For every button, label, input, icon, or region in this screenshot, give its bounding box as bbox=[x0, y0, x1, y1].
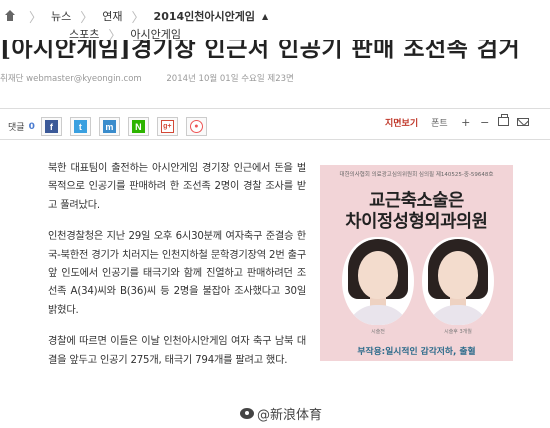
weibo-icon bbox=[240, 408, 254, 419]
kakao-share-button[interactable]: ● bbox=[185, 117, 207, 136]
divider bbox=[0, 108, 550, 109]
ad-after-label: 시술후 3개월 bbox=[444, 329, 472, 335]
font-decrease-button[interactable]: − bbox=[477, 116, 493, 129]
kakao-icon: ● bbox=[189, 120, 203, 133]
ad-clinic-name: 차이정성형외과의원 bbox=[345, 212, 488, 232]
me2day-icon: m bbox=[102, 120, 116, 133]
mail-icon bbox=[516, 118, 529, 126]
breadcrumb: 〉 뉴스 〉 연재 〉 2014인천아시안게임 ▲ 스포츠 〉 아시안게임 bbox=[0, 0, 550, 44]
me2day-share-button[interactable]: m bbox=[98, 117, 120, 136]
printer-icon bbox=[498, 114, 510, 126]
view-print-edition-link[interactable]: 지면보기 bbox=[385, 116, 418, 129]
ad-disclaimer: 부작용:일시적인 감각저하, 출혈 bbox=[357, 347, 476, 357]
googleplus-icon: g+ bbox=[160, 120, 174, 133]
article-tools: 지면보기 폰트 + − bbox=[385, 114, 534, 129]
facebook-icon: f bbox=[44, 120, 58, 133]
byline-date: 2014년 10월 01일 수요일 제23면 bbox=[166, 74, 294, 84]
ad-before-photo bbox=[342, 237, 414, 325]
naver-icon: N bbox=[131, 120, 145, 133]
naver-share-button[interactable]: N bbox=[127, 117, 149, 136]
advertisement-banner[interactable]: 대한의사협회 의료광고심의위원회 심의필 제140525-중-59648호 교근… bbox=[320, 165, 513, 361]
chevron-right-icon: 〉 bbox=[80, 10, 94, 26]
font-increase-button[interactable]: + bbox=[458, 116, 474, 129]
article-paragraph: 북한 대표팀이 출전하는 아시안게임 경기장 인근에서 돈을 벌 목적으로 인공… bbox=[48, 163, 306, 211]
ad-before-label: 시술전 bbox=[371, 329, 385, 335]
comments-count[interactable]: 0 bbox=[29, 122, 35, 132]
breadcrumb-series[interactable]: 연재 bbox=[102, 8, 122, 24]
collapse-arrow-icon[interactable]: ▲ bbox=[262, 12, 268, 21]
twitter-icon: t bbox=[73, 120, 87, 133]
byline: 취재단 webmaster@kyeongin.com 2014년 10월 01일… bbox=[0, 72, 294, 84]
article-body: 북한 대표팀이 출전하는 아시안게임 경기장 인근에서 돈을 벌 목적으로 인공… bbox=[48, 160, 306, 383]
comments-label[interactable]: 댓글 bbox=[8, 120, 25, 133]
byline-author[interactable]: 취재단 webmaster@kyeongin.com bbox=[0, 74, 142, 84]
font-label: 폰트 bbox=[431, 119, 448, 129]
breadcrumb-news[interactable]: 뉴스 bbox=[51, 8, 71, 24]
googleplus-share-button[interactable]: g+ bbox=[156, 117, 178, 136]
twitter-share-button[interactable]: t bbox=[69, 117, 91, 136]
divider bbox=[0, 139, 550, 140]
share-bar: 댓글 0 f t m N g+ ● bbox=[8, 117, 215, 136]
article-paragraph: 경찰에 따르면 이들은 이날 인천아시안게임 여자 축구 남북 대결을 앞두고 … bbox=[48, 336, 306, 366]
article-toolbar: 댓글 0 f t m N g+ ● 지면보기 폰트 + − bbox=[0, 112, 550, 138]
print-button[interactable] bbox=[496, 114, 512, 129]
chevron-right-icon: 〉 bbox=[131, 10, 145, 26]
ad-approval-code: 대한의사협회 의료광고심의위원회 심의필 제140525-중-59648호 bbox=[339, 172, 494, 178]
facebook-share-button[interactable]: f bbox=[40, 117, 62, 136]
chevron-right-icon: 〉 bbox=[29, 10, 43, 26]
home-icon[interactable] bbox=[4, 10, 16, 22]
ad-after-photo bbox=[422, 237, 494, 325]
breadcrumb-asian-games[interactable]: 2014인천아시안게임 bbox=[154, 8, 255, 24]
watermark-text: @新浪体育 bbox=[257, 408, 323, 423]
watermark: @新浪体育 bbox=[240, 404, 322, 423]
article-title: [아시안게임]경기장 인근서 인공기 판매 조선족 검거 bbox=[0, 40, 521, 62]
email-button[interactable] bbox=[515, 116, 531, 129]
article-paragraph: 인천경찰청은 지난 29일 오후 6시30분께 여자축구 준결승 한국-북한전 … bbox=[48, 231, 306, 316]
article-title-container: [아시안게임]경기장 인근서 인공기 판매 조선족 검거 bbox=[0, 40, 550, 62]
